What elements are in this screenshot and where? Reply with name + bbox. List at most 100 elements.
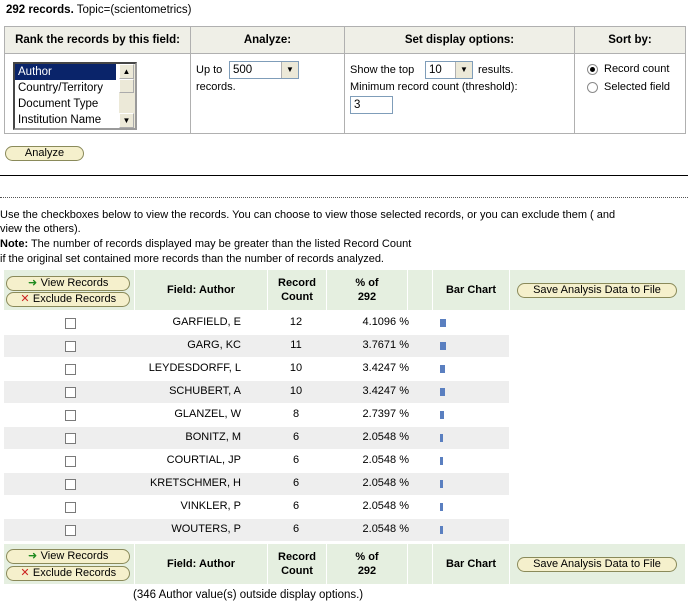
table-row: COURTIAL, JP 6 2.0548 % [4,450,509,472]
table-row: LEYDESDORFF, L 10 3.4247 % [4,358,509,380]
row-checkbox[interactable] [65,410,76,421]
analysis-options-table: Rank the records by this field: Analyze:… [4,26,686,134]
percent-header-line2: 292 [357,291,377,303]
rank-field-option[interactable]: Author [15,64,116,80]
note-label: Note: [0,238,29,250]
record-count-header-line2: Count [281,565,313,577]
record-count: 12 [289,316,303,328]
show-top-select[interactable]: 10 ▼ [425,61,473,79]
row-checkbox[interactable] [65,525,76,536]
save-analysis-button[interactable]: Save Analysis Data to File [517,283,677,298]
record-count: 10 [289,385,303,397]
record-count: 6 [292,523,300,535]
bar-chart-bar [440,434,443,442]
percent-value: 2.7397 % [362,408,409,420]
bar-chart-bar [440,457,443,465]
percent-column-header: % of 292 [327,544,407,584]
bar-chart-bar [440,365,445,373]
percent-value: 2.0548 % [362,500,409,512]
row-checkbox[interactable] [65,318,76,329]
show-top-value: 10 [429,64,442,76]
scroll-up-icon[interactable]: ▲ [119,64,134,79]
chevron-down-icon: ▼ [281,62,298,78]
sort-record-count-radio[interactable] [587,64,598,75]
bar-chart-bar [440,480,443,488]
record-count-column-header: Record Count [268,270,326,310]
bar-chart-bar [440,526,443,534]
view-records-button[interactable]: ➜ View Records [6,276,130,291]
view-records-button[interactable]: ➜ View Records [6,549,130,564]
author-name: GARFIELD, E [172,316,241,328]
exclude-records-button[interactable]: ✕ Exclude Records [6,566,130,581]
analyze-prefix: Up to [196,64,223,76]
display-options-heading: Set display options: [344,26,575,54]
author-name: KRETSCHMER, H [149,477,241,489]
scroll-down-icon[interactable]: ▼ [119,113,134,128]
rank-field-option[interactable]: Document Type [15,96,116,112]
table-row: WOUTERS, P 6 2.0548 % [4,519,509,541]
instruction-line: if the original set contained more recor… [0,253,384,265]
record-count: 6 [292,500,300,512]
record-count-header-line1: Record [278,551,316,563]
percent-header-line2: 292 [357,565,377,577]
sort-selected-field-radio[interactable] [587,82,598,93]
author-name: SCHUBERT, A [169,385,241,397]
row-checkbox[interactable] [65,456,76,467]
record-count-header-line1: Record [278,277,316,289]
instruction-line: Use the checkboxes below to view the rec… [0,209,616,221]
record-count: 11 [290,339,302,351]
row-checkbox[interactable] [65,502,76,513]
scroll-thumb[interactable] [119,79,134,93]
percent-header-line1: % of [355,551,379,563]
show-top-prefix: Show the top [350,64,415,76]
note-line: Note: The number of records displayed ma… [0,237,411,251]
table-row: GARFIELD, E 12 4.1096 % [4,312,509,334]
row-checkbox[interactable] [65,387,76,398]
percent-value: 2.0548 % [362,477,409,489]
field-column-header: Field: Author [166,284,236,296]
sort-by-heading: Sort by: [574,26,686,54]
record-count-header-line2: Count [281,291,313,303]
analyze-count-value: 500 [233,64,253,76]
analyze-suffix: records. [196,81,236,93]
sort-record-count-label: Record count [604,63,670,75]
bar-chart-bar [440,342,446,350]
exclude-records-button[interactable]: ✕ Exclude Records [6,292,130,307]
outside-display-note: (346 Author value(s) outside display opt… [133,589,364,601]
chevron-down-icon: ▼ [455,62,472,78]
record-count: 6 [292,431,300,443]
row-checkbox[interactable] [65,341,76,352]
listbox-scrollbar[interactable]: ▲ ▼ [119,64,135,128]
threshold-input[interactable]: 3 [350,96,393,114]
rank-field-option[interactable]: Country/Territory [15,80,116,96]
rank-field-listbox[interactable]: Author Country/Territory Document Type I… [13,62,137,130]
row-checkbox[interactable] [65,433,76,444]
arrow-right-icon: ➜ [28,277,38,289]
author-name: GARG, KC [187,339,241,351]
percent-column-header: % of 292 [327,270,407,310]
close-icon: ✕ [20,567,30,579]
field-column-header: Field: Author [166,558,236,570]
table-row: VINKLER, P 6 2.0548 % [4,496,509,518]
divider [0,175,688,176]
row-checkbox[interactable] [65,479,76,490]
author-name: GLANZEL, W [174,408,241,420]
row-checkbox[interactable] [65,364,76,375]
record-count: 6 [292,454,300,466]
instruction-line: view the others). [0,223,81,235]
record-count-column-header: Record Count [268,544,326,584]
arrow-right-icon: ➜ [28,550,38,562]
results-header: ➜ View Records ✕ Exclude Records Field: Au… [4,270,685,310]
percent-value: 2.0548 % [362,431,409,443]
view-records-label: View Records [40,277,109,289]
analyze-button[interactable]: Analyze [5,146,84,161]
analyze-heading: Analyze: [190,26,345,54]
bar-chart-bar [440,411,444,419]
table-row: GARG, KC 11 3.7671 % [4,335,509,357]
save-analysis-button[interactable]: Save Analysis Data to File [517,557,677,572]
author-name: COURTIAL, JP [166,454,241,466]
analyze-count-select[interactable]: 500 ▼ [229,61,299,79]
rank-field-option[interactable]: Institution Name [15,112,116,128]
exclude-records-label: Exclude Records [32,293,117,305]
bar-chart-bar [440,503,443,511]
